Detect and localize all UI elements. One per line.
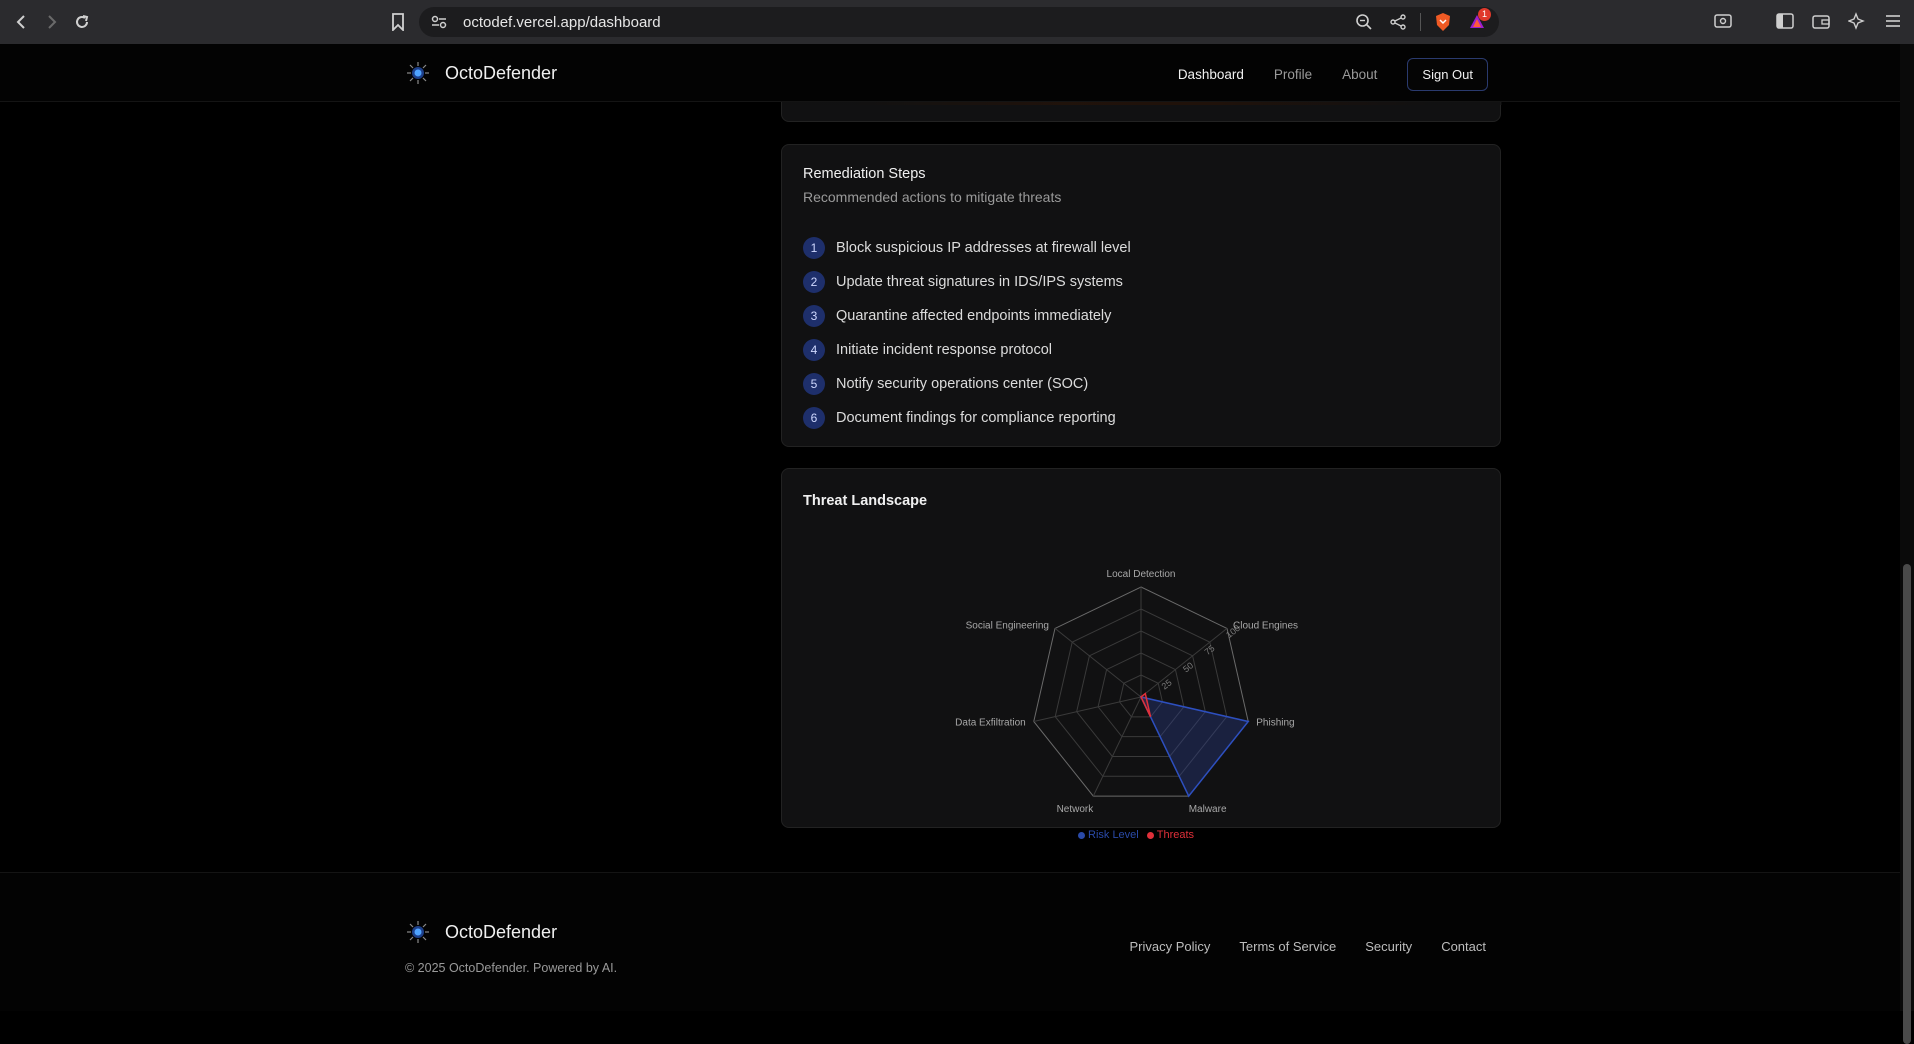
site-footer: OctoDefender © 2025 OctoDefender. Powere… (0, 872, 1900, 1011)
sign-out-button[interactable]: Sign Out (1407, 58, 1488, 91)
sidebar-icon[interactable] (1774, 10, 1796, 32)
remediation-subtitle: Recommended actions to mitigate threats (803, 189, 1062, 205)
reload-button[interactable] (68, 8, 96, 36)
share-icon[interactable] (1386, 11, 1410, 33)
legend-item-risk[interactable]: Risk Level (1078, 829, 1139, 841)
page-scrollbar[interactable] (1900, 44, 1914, 1044)
notification-badge: 1 (1478, 8, 1491, 21)
radar-tick-label: 25 (1160, 677, 1174, 691)
remediation-step: 3 Quarantine affected endpoints immediat… (803, 299, 1131, 333)
remediation-step: 4 Initiate incident response protocol (803, 333, 1131, 367)
nav-profile[interactable]: Profile (1274, 67, 1312, 82)
radar-series-risk-level (1139, 695, 1250, 798)
remediation-step: 1 Block suspicious IP addresses at firew… (803, 231, 1131, 265)
screenshot-icon[interactable] (1712, 10, 1734, 32)
step-text: Block suspicious IP addresses at firewal… (836, 240, 1131, 256)
nav-about[interactable]: About (1342, 67, 1377, 82)
radar-axis-label: Network (1057, 804, 1095, 815)
copyright-text: © 2025 OctoDefender. Powered by AI. (405, 961, 618, 975)
zoom-icon[interactable] (1352, 11, 1376, 33)
legend-label: Threats (1156, 829, 1195, 841)
brave-shields-icon[interactable] (1431, 11, 1455, 33)
step-text: Initiate incident response protocol (836, 342, 1053, 358)
radar-axis-label: Local Detection (1107, 569, 1176, 580)
remediation-step: 2 Update threat signatures in IDS/IPS sy… (803, 265, 1131, 299)
browser-toolbar: octodef.vercel.app/dashboard 1 (0, 0, 1914, 44)
octopus-logo-icon (407, 921, 429, 943)
remediation-title: Remediation Steps (803, 166, 926, 182)
radar-axis-label: Cloud Engines (1233, 620, 1298, 631)
radar-tick-label: 75 (1203, 643, 1217, 657)
footer-link-security[interactable]: Security (1365, 939, 1412, 954)
forward-button[interactable] (37, 8, 65, 36)
url-text[interactable]: octodef.vercel.app/dashboard (463, 14, 661, 31)
app-header: OctoDefender Dashboard Profile About Sig… (0, 44, 1900, 102)
wallet-icon[interactable] (1810, 10, 1832, 32)
step-number: 3 (803, 305, 825, 327)
brave-rewards-icon[interactable]: 1 (1465, 8, 1491, 33)
octopus-logo-icon (407, 62, 429, 84)
legend-label: Risk Level (1088, 829, 1139, 841)
site-settings-icon[interactable] (429, 12, 449, 32)
legend-swatch (1078, 831, 1085, 839)
threat-landscape-card: Threat Landscape 25 50 75 100 Local Detectio… (781, 468, 1501, 828)
step-number: 4 (803, 339, 825, 361)
chart-legend: Risk Level Threats (1078, 829, 1194, 841)
threat-radar-chart: 255075100Local DetectionCloud EnginesPhi… (955, 569, 1298, 815)
radar-axis-label: Malware (1189, 804, 1227, 815)
footer-link-contact[interactable]: Contact (1441, 939, 1486, 954)
main-nav: Dashboard Profile About Sign Out (1178, 58, 1488, 91)
back-button[interactable] (8, 8, 36, 36)
radar-tick-label: 50 (1181, 660, 1195, 674)
bookmark-button[interactable] (386, 10, 410, 34)
step-text: Notify security operations center (SOC) (836, 376, 1089, 392)
remediation-steps-list: 1 Block suspicious IP addresses at firew… (803, 231, 1131, 435)
radar-axis-label: Phishing (1256, 717, 1294, 728)
step-text: Quarantine affected endpoints immediatel… (836, 308, 1112, 324)
footer-brand-logo[interactable]: OctoDefender (405, 919, 557, 945)
scrollbar-thumb[interactable] (1903, 564, 1911, 1044)
brand-name: OctoDefender (445, 62, 558, 83)
bookmark-icon (392, 13, 404, 31)
footer-brand-name: OctoDefender (445, 921, 558, 942)
back-arrow-icon (16, 15, 25, 29)
step-number: 1 (803, 237, 825, 259)
address-bar[interactable]: octodef.vercel.app/dashboard 1 (419, 7, 1499, 37)
legend-swatch (1146, 831, 1154, 839)
menu-icon[interactable] (1882, 10, 1904, 32)
radar-axis-label: Data Exfiltration (955, 717, 1026, 728)
legend-item-threats[interactable]: Threats (1146, 829, 1195, 841)
step-number: 6 (803, 407, 825, 429)
remediation-step: 6 Document findings for compliance repor… (803, 401, 1131, 435)
footer-link-privacy[interactable]: Privacy Policy (1129, 939, 1210, 954)
step-number: 2 (803, 271, 825, 293)
forward-arrow-icon (48, 15, 57, 29)
step-number: 5 (803, 373, 825, 395)
nav-dashboard[interactable]: Dashboard (1178, 67, 1244, 82)
leo-ai-icon[interactable] (1846, 10, 1868, 32)
radar-spoke (1092, 696, 1142, 797)
step-text: Update threat signatures in IDS/IPS syst… (836, 274, 1123, 290)
remediation-step: 5 Notify security operations center (SOC… (803, 367, 1131, 401)
step-text: Document findings for compliance reporti… (836, 410, 1116, 426)
footer-link-terms[interactable]: Terms of Service (1239, 939, 1336, 954)
reload-icon (76, 15, 89, 28)
brand-logo[interactable]: OctoDefender (405, 60, 557, 86)
separator (1420, 13, 1421, 31)
remediation-card: Remediation Steps Recommended actions to… (781, 144, 1501, 447)
radar-axis-label: Social Engineering (966, 620, 1049, 631)
footer-links: Privacy Policy Terms of Service Security… (1129, 939, 1486, 954)
